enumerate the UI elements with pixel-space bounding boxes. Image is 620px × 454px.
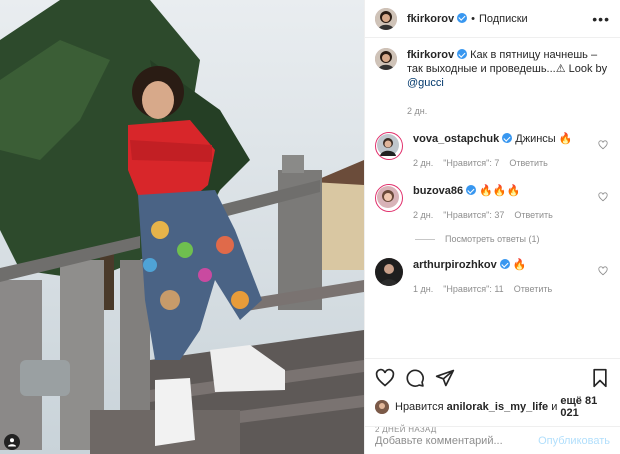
comment-likes[interactable]: "Нравится": 37 — [443, 210, 504, 220]
reply-button[interactable]: Ответить — [514, 284, 552, 294]
comment-time[interactable]: 2 дн. — [413, 210, 433, 220]
comments-list: fkirkorov Как в пятницу начнешь – так вы… — [365, 38, 620, 358]
comment-text: Джинсы 🔥 — [515, 133, 573, 145]
reply-button[interactable]: Ответить — [509, 158, 547, 168]
verified-icon — [499, 259, 510, 269]
view-replies-button[interactable]: Посмотреть ответы (1) — [415, 234, 610, 244]
header-username[interactable]: fkirkorov — [407, 12, 468, 25]
more-options-icon[interactable]: ••• — [592, 11, 610, 27]
follow-status-button[interactable]: Подписки — [479, 13, 528, 25]
avatar[interactable] — [375, 184, 403, 212]
caption-time[interactable]: 2 дн. — [407, 106, 427, 116]
comment-text: 🔥🔥🔥 — [479, 185, 521, 197]
post-header: fkirkorov • Подписки ••• — [365, 0, 620, 38]
avatar[interactable] — [375, 258, 403, 286]
comment-text: 🔥 — [512, 259, 527, 271]
separator-dot: • — [471, 12, 475, 25]
publish-button[interactable]: Опубликовать — [538, 435, 610, 447]
verified-icon — [457, 12, 468, 23]
verified-icon — [502, 133, 513, 143]
avatar[interactable] — [375, 7, 397, 30]
likes-summary: Нравится anilorak_is_my_life и ещё 81 02… — [375, 395, 610, 419]
caption-username[interactable]: fkirkorov — [407, 49, 454, 61]
avatar[interactable] — [375, 48, 397, 70]
share-icon[interactable] — [435, 368, 455, 388]
comment-username[interactable]: vova_ostapchuk — [413, 133, 499, 145]
instagram-post: fkirkorov • Подписки ••• fkirkorov Как в… — [0, 0, 620, 454]
comment-item: vova_ostapchuk Джинсы 🔥 2 дн. "Нравится":… — [375, 132, 610, 170]
comment-icon[interactable] — [405, 368, 425, 388]
caption: fkirkorov Как в пятницу начнешь – так вы… — [375, 48, 610, 118]
verified-icon — [466, 185, 477, 195]
comment-time[interactable]: 2 дн. — [413, 158, 433, 168]
mention-link[interactable]: @gucci — [407, 77, 444, 89]
comment-heart-icon[interactable] — [598, 192, 608, 202]
comment-item: arthurpirozhkov 🔥 1 дн. "Нравится": 11 Отв… — [375, 258, 610, 296]
comment-likes[interactable]: "Нравится": 11 — [443, 284, 503, 294]
photo-illustration — [0, 0, 364, 454]
likes-and: и — [551, 401, 558, 413]
comment-item: buzova86 🔥🔥🔥 2 дн. "Нравится": 37 Ответить — [375, 184, 610, 222]
comment-likes[interactable]: "Нравится": 7 — [443, 158, 499, 168]
comment-username[interactable]: buzova86 — [413, 185, 463, 197]
comment-heart-icon[interactable] — [598, 140, 608, 150]
avatar[interactable] — [375, 400, 389, 414]
reply-button[interactable]: Ответить — [514, 210, 552, 220]
add-comment-bar: Добавьте комментарий... Опубликовать — [365, 426, 620, 454]
bookmark-icon[interactable] — [590, 368, 610, 388]
likes-prefix: Нравится — [395, 401, 444, 413]
view-replies-label: Посмотреть ответы (1) — [445, 234, 540, 244]
verified-icon — [457, 49, 468, 59]
likes-count[interactable]: ещё 81 021 — [560, 395, 610, 419]
heart-icon[interactable] — [375, 368, 395, 388]
post-photo[interactable] — [0, 0, 364, 454]
liker-username[interactable]: anilorak_is_my_life — [447, 401, 549, 413]
comment-username[interactable]: arthurpirozhkov — [413, 259, 497, 271]
action-icons — [375, 367, 610, 389]
post-side-panel: fkirkorov • Подписки ••• fkirkorov Как в… — [364, 0, 620, 454]
user-tag-icon[interactable] — [4, 434, 20, 450]
avatar[interactable] — [375, 132, 403, 160]
comment-time[interactable]: 1 дн. — [413, 284, 433, 294]
comment-heart-icon[interactable] — [598, 266, 608, 276]
comment-input[interactable]: Добавьте комментарий... — [375, 435, 538, 447]
